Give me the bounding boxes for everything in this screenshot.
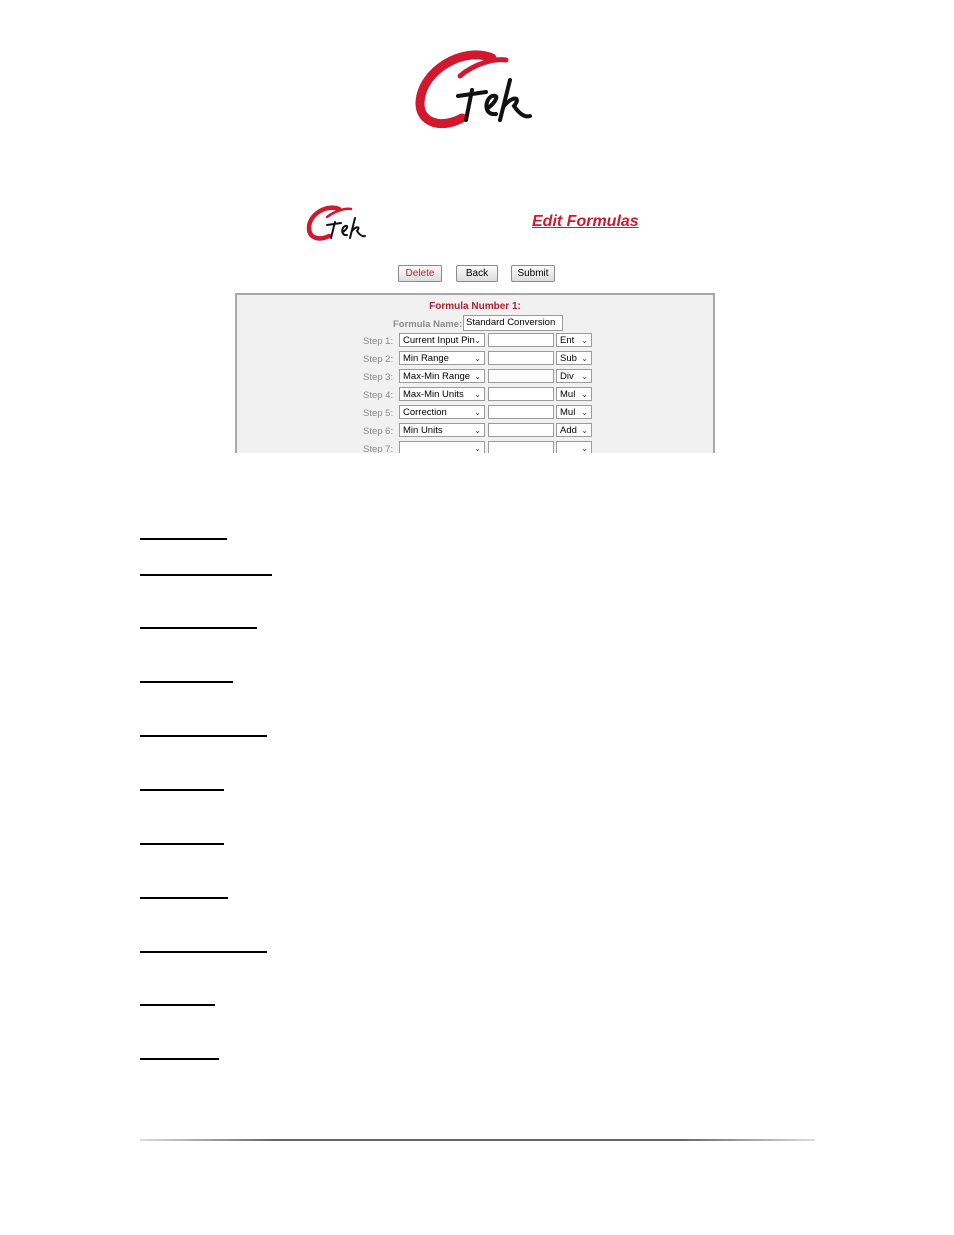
step-source-select[interactable]: ⌄ — [399, 441, 485, 453]
heading-underline — [140, 951, 267, 953]
heading-underline — [140, 681, 233, 683]
heading-underline — [140, 574, 272, 576]
heading-underline — [140, 627, 257, 629]
chevron-down-icon: ⌄ — [474, 336, 481, 345]
step-row: Step 3: Max-Min Range ⌄ Div ⌄ — [237, 369, 713, 385]
step-operation-value: Ent — [560, 335, 575, 346]
heading-underline — [140, 843, 224, 845]
step-operation-value: Mul — [560, 407, 576, 418]
chevron-down-icon: ⌄ — [581, 426, 588, 435]
formula-name-input[interactable]: Standard Conversion — [463, 315, 563, 331]
formula-form: Formula Number 1: Formula Name: Standard… — [235, 293, 715, 453]
formula-name-label: Formula Name: — [393, 319, 463, 330]
step-source-select[interactable]: Max-Min Range ⌄ — [399, 369, 485, 383]
step-value-input[interactable] — [488, 387, 554, 401]
chevron-down-icon: ⌄ — [474, 408, 481, 417]
submit-button[interactable]: Submit — [511, 265, 555, 282]
step-operation-value: Add — [560, 425, 577, 436]
step-source-value: Min Range — [403, 353, 449, 364]
step-value-input[interactable] — [488, 405, 554, 419]
chevron-down-icon: ⌄ — [581, 354, 588, 363]
step-source-select[interactable]: Min Range ⌄ — [399, 351, 485, 365]
chevron-down-icon: ⌄ — [581, 408, 588, 417]
step-operation-select[interactable]: Ent ⌄ — [556, 333, 592, 347]
formula-number-heading: Formula Number 1: — [429, 301, 521, 312]
step-source-select[interactable]: Max-Min Units ⌄ — [399, 387, 485, 401]
step-source-value: Max-Min Units — [403, 389, 464, 400]
step-row: Step 1: Current Input Pin ⌄ Ent ⌄ — [237, 333, 713, 349]
step-operation-select[interactable]: Mul ⌄ — [556, 387, 592, 401]
ctek-small-logo — [306, 205, 366, 241]
heading-underline — [140, 897, 228, 899]
step-row: Step 7: ⌄ ⌄ — [237, 441, 713, 453]
step-label: Step 3: — [363, 372, 394, 383]
chevron-down-icon: ⌄ — [581, 390, 588, 399]
step-operation-select[interactable]: Mul ⌄ — [556, 405, 592, 419]
step-source-value: Max-Min Range — [403, 371, 471, 382]
chevron-down-icon: ⌄ — [474, 372, 481, 381]
step-row: Step 4: Max-Min Units ⌄ Mul ⌄ — [237, 387, 713, 403]
chevron-down-icon: ⌄ — [474, 354, 481, 363]
step-label: Step 6: — [363, 426, 394, 437]
chevron-down-icon: ⌄ — [581, 372, 588, 381]
step-value-input[interactable] — [488, 369, 554, 383]
step-label: Step 4: — [363, 390, 394, 401]
step-source-select[interactable]: Current Input Pin ⌄ — [399, 333, 485, 347]
heading-underline — [140, 1058, 219, 1060]
ctek-logo — [415, 50, 532, 129]
step-source-select[interactable]: Min Units ⌄ — [399, 423, 485, 437]
step-source-value: Correction — [403, 407, 447, 418]
step-source-value: Current Input Pin — [403, 335, 475, 346]
step-operation-select[interactable]: Sub ⌄ — [556, 351, 592, 365]
heading-underline — [140, 789, 224, 791]
step-source-value: Min Units — [403, 425, 443, 436]
step-row: Step 6: Min Units ⌄ Add ⌄ — [237, 423, 713, 439]
heading-underline — [140, 735, 267, 737]
step-label: Step 5: — [363, 408, 394, 419]
chevron-down-icon: ⌄ — [581, 444, 588, 453]
step-operation-select[interactable]: Div ⌄ — [556, 369, 592, 383]
step-row: Step 2: Min Range ⌄ Sub ⌄ — [237, 351, 713, 367]
step-operation-value: Sub — [560, 353, 577, 364]
step-value-input[interactable] — [488, 351, 554, 365]
chevron-down-icon: ⌄ — [474, 390, 481, 399]
chevron-down-icon: ⌄ — [474, 444, 481, 453]
step-operation-select[interactable]: Add ⌄ — [556, 423, 592, 437]
back-button[interactable]: Back — [456, 265, 498, 282]
page-title: Edit Formulas — [532, 213, 639, 230]
step-operation-select[interactable]: ⌄ — [556, 441, 592, 453]
step-operation-value: Mul — [560, 389, 576, 400]
step-value-input[interactable] — [488, 423, 554, 437]
step-row: Step 5: Correction ⌄ Mul ⌄ — [237, 405, 713, 421]
step-value-input[interactable] — [488, 333, 554, 347]
step-source-select[interactable]: Correction ⌄ — [399, 405, 485, 419]
step-label: Step 2: — [363, 354, 394, 365]
step-label: Step 1: — [363, 336, 394, 347]
chevron-down-icon: ⌄ — [581, 336, 588, 345]
footer-divider — [140, 1139, 815, 1141]
heading-underline — [140, 538, 227, 540]
delete-button[interactable]: Delete — [398, 265, 442, 282]
step-operation-value: Div — [560, 371, 574, 382]
step-label: Step 7: — [363, 444, 394, 453]
chevron-down-icon: ⌄ — [474, 426, 481, 435]
heading-underline — [140, 1004, 215, 1006]
step-value-input[interactable] — [488, 441, 554, 453]
